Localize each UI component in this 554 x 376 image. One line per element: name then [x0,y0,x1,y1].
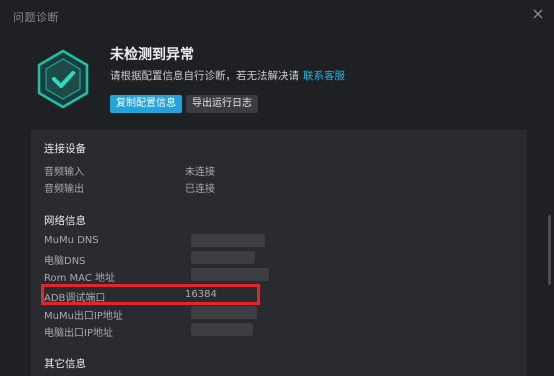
redacted-value [191,323,253,336]
section-title-devices: 连接设备 [44,143,86,155]
contact-support-link[interactable]: 联系客服 [303,70,345,82]
diagnosis-window: 问题诊断 未检测到异常 请根据配置信息自行诊断，若无法解决请 联系客服 复制配置信… [0,0,554,376]
copy-config-button[interactable]: 复制配置信息 [110,95,182,113]
redacted-value [191,306,257,319]
window-title: 问题诊断 [13,11,59,24]
section-title-network: 网络信息 [44,215,86,227]
highlight-box [41,284,260,305]
close-icon [533,9,543,19]
row-label-mumu-dns: MuMu DNS [44,235,99,246]
row-value-audio-output: 已连接 [185,184,215,195]
redacted-value [191,268,269,281]
section-title-other: 其它信息 [44,358,86,370]
row-label-audio-input: 音频输入 [44,167,84,178]
row-label-pc-exit-ip: 电脑出口IP地址 [44,328,113,339]
row-label-audio-output: 音频输出 [44,184,84,195]
row-label-mumu-exit-ip: MuMu出口IP地址 [44,311,123,322]
row-label-rom-mac: Rom MAC 地址 [44,273,115,284]
row-value-audio-input: 未连接 [185,167,215,178]
redacted-value [191,251,255,264]
export-log-button[interactable]: 导出运行日志 [186,95,258,113]
status-subtitle: 请根据配置信息自行诊断，若无法解决请 联系客服 [110,68,345,83]
scrollbar[interactable] [548,215,551,285]
row-label-pc-dns: 电脑DNS [44,256,86,267]
close-button[interactable] [530,6,546,22]
redacted-value [191,234,265,247]
status-subtitle-text: 请根据配置信息自行诊断，若无法解决请 [110,70,299,82]
status-title: 未检测到异常 [110,47,194,63]
info-panel: 连接设备 音频输入 未连接 音频输出 已连接 网络信息 MuMu DNS 电脑D… [31,130,527,376]
shield-check-icon [32,48,94,110]
